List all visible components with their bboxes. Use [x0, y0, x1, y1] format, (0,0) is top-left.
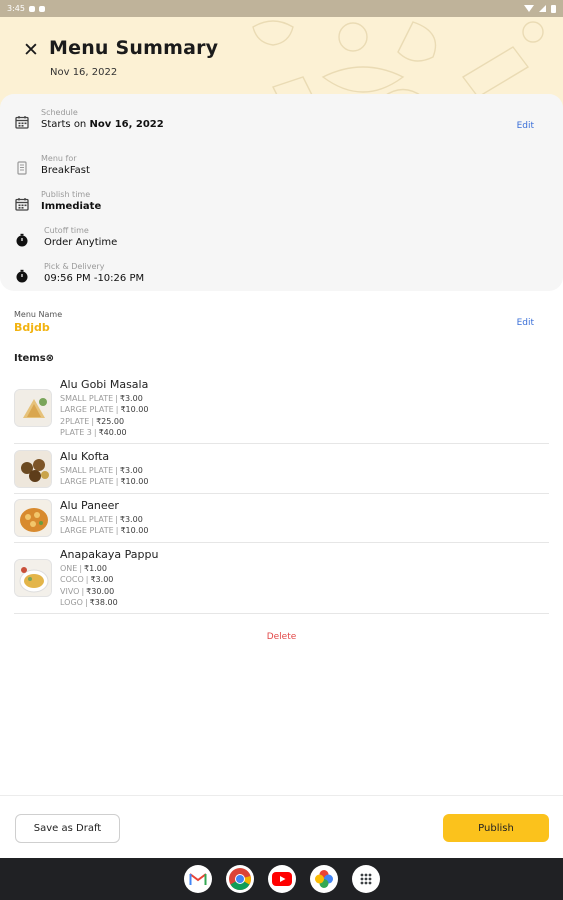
pick-delivery-value: 09:56 PM -10:26 PM: [44, 273, 145, 284]
variant-row: SMALL PLATE | ₹3.00: [60, 466, 143, 475]
variant-row: PLATE 3 | ₹40.00: [60, 428, 127, 438]
item-name: Alu Kofta: [60, 450, 110, 463]
list-item[interactable]: Alu Gobi Masala SMALL PLATE | ₹3.00 LARGE …: [14, 378, 549, 444]
youtube-icon[interactable]: [267, 865, 296, 893]
menu-for-label: Menu for: [41, 154, 77, 163]
variant-row: ONE | ₹1.00: [60, 564, 107, 573]
menu-name-label: Menu Name: [14, 310, 63, 319]
item-variants: SMALL PLATE | ₹3.00 LARGE PLATE | ₹10.00 2PL…: [60, 393, 148, 439]
publish-time-row: Publish time Immediate: [14, 190, 101, 214]
edit-schedule-link[interactable]: Edit: [517, 121, 534, 131]
item-thumbnail: [14, 450, 52, 488]
close-icon: ✕: [23, 39, 39, 61]
item-thumbnail: [14, 559, 52, 597]
calendar-icon: [14, 114, 30, 130]
storage-notification-icon: [38, 5, 45, 12]
items-heading: Items⊗: [14, 353, 55, 364]
page-title: Menu Summary: [49, 37, 219, 59]
edit-menu-name-link[interactable]: Edit: [517, 318, 534, 328]
variant-row: SMALL PLATE | ₹3.00: [60, 394, 143, 403]
variant-row: LOGO | ₹38.00: [60, 598, 118, 608]
schedule-label: Schedule: [41, 108, 78, 117]
variant-row: VIVO | ₹30.00: [60, 586, 115, 596]
item-thumbnail: [14, 499, 52, 537]
gmail-icon[interactable]: [183, 865, 212, 893]
list-item[interactable]: Alu Kofta SMALL PLATE | ₹3.00 LARGE PLATE |…: [14, 450, 549, 494]
schedule-row: Schedule Starts on Nov 16, 2022: [14, 108, 164, 132]
photos-icon[interactable]: [309, 865, 338, 893]
variant-row: 2PLATE | ₹25.00: [60, 416, 125, 426]
variant-row: LARGE PLATE | ₹10.00: [60, 526, 149, 536]
bottom-action-bar: Save as Draft Publish: [0, 795, 563, 858]
delete-menu-link[interactable]: Delete: [0, 632, 563, 642]
app-dock: [0, 858, 563, 900]
stopwatch-icon: [14, 268, 30, 284]
save-as-draft-button[interactable]: Save as Draft: [15, 814, 120, 843]
menu-for-row: Menu for BreakFast: [14, 154, 90, 178]
publish-time-label: Publish time: [41, 190, 91, 199]
variant-row: LARGE PLATE | ₹10.00: [60, 405, 149, 415]
menu-card-icon: [14, 160, 30, 176]
item-variants: SMALL PLATE | ₹3.00 LARGE PLATE | ₹10.00: [60, 514, 148, 537]
list-item[interactable]: Alu Paneer SMALL PLATE | ₹3.00 LARGE PLATE…: [14, 499, 549, 543]
page-date: Nov 16, 2022: [50, 67, 118, 78]
variant-row: COCO | ₹3.00: [60, 575, 114, 585]
close-button[interactable]: ✕: [20, 39, 42, 61]
item-variants: SMALL PLATE | ₹3.00 LARGE PLATE | ₹10.00: [60, 465, 148, 488]
variant-row: SMALL PLATE | ₹3.00: [60, 515, 143, 524]
item-thumbnail: [14, 389, 52, 427]
pick-delivery-label: Pick & Delivery: [44, 262, 105, 271]
menu-name-value: Bdjdb: [14, 321, 50, 334]
menu-for-value: BreakFast: [41, 165, 90, 176]
calendar-icon: [14, 196, 30, 212]
list-item[interactable]: Anapakaya Pappu ONE | ₹1.00 COCO | ₹3.00 VIV…: [14, 548, 549, 614]
cutoff-time-row: Cutoff time Order Anytime: [14, 226, 117, 250]
item-variants: ONE | ₹1.00 COCO | ₹3.00 VIVO | ₹30.00 LOGO | ₹3…: [60, 563, 118, 609]
variant-row: LARGE PLATE | ₹10.00: [60, 477, 149, 487]
schedule-card: Schedule Starts on Nov 16, 2022 Edit Men…: [0, 94, 563, 291]
cutoff-time-label: Cutoff time: [44, 226, 89, 235]
signal-icon: [539, 5, 546, 12]
item-name: Alu Gobi Masala: [60, 378, 149, 391]
pick-delivery-row: Pick & Delivery 09:56 PM -10:26 PM: [14, 262, 144, 286]
app-drawer-icon[interactable]: [351, 865, 380, 893]
chrome-icon[interactable]: [225, 865, 254, 893]
wifi-icon: [524, 5, 534, 12]
battery-icon: [551, 4, 556, 13]
item-name: Alu Paneer: [60, 499, 119, 512]
message-notification-icon: [28, 5, 35, 12]
item-name: Anapakaya Pappu: [60, 548, 159, 561]
publish-button[interactable]: Publish: [443, 814, 549, 842]
schedule-value: Starts on Nov 16, 2022: [41, 119, 164, 130]
stopwatch-icon: [14, 232, 30, 248]
status-time: 3:45: [7, 4, 25, 13]
publish-time-value: Immediate: [41, 201, 102, 212]
status-bar: 3:45: [0, 0, 563, 17]
cutoff-time-value: Order Anytime: [44, 237, 118, 248]
